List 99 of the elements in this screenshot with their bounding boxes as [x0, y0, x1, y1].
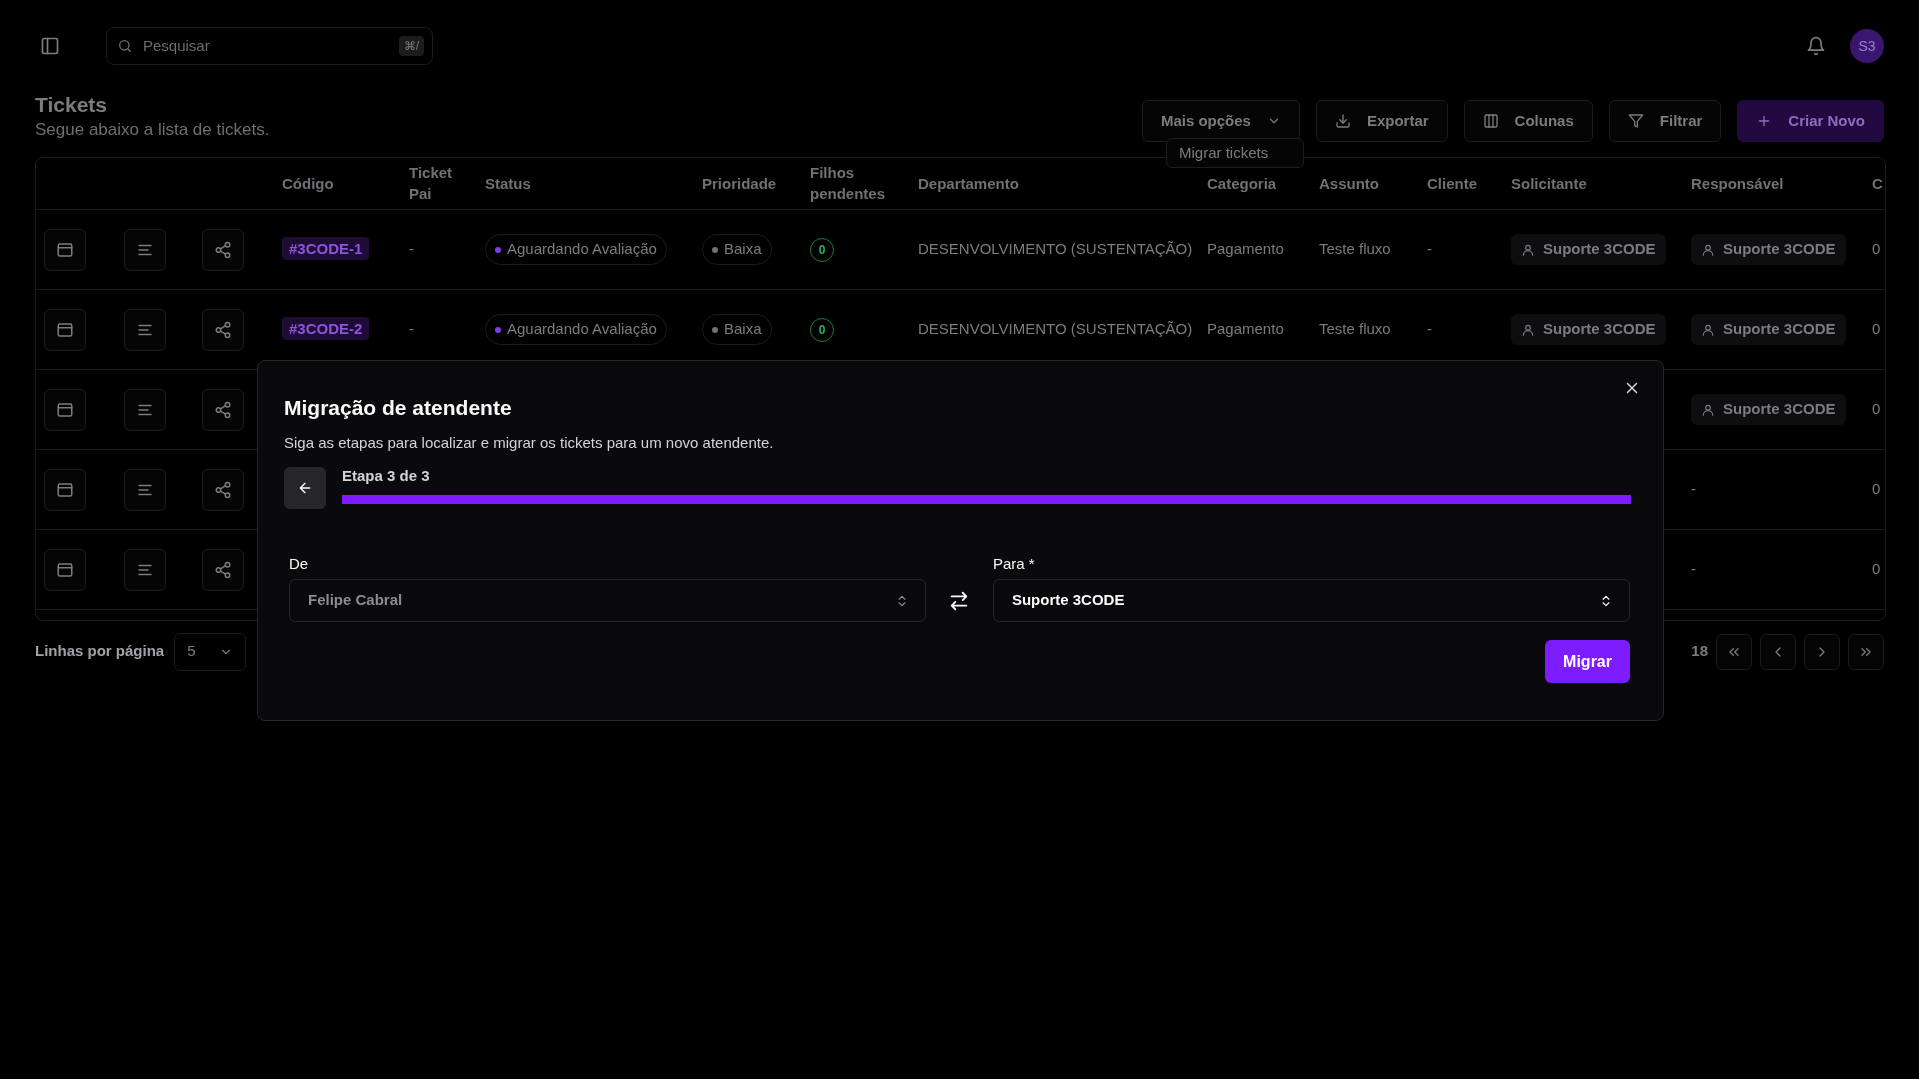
column-header: Solicitante — [1511, 174, 1587, 192]
more-options-button[interactable]: Mais opções — [1141, 100, 1300, 142]
share-icon — [214, 240, 232, 259]
window-icon — [56, 480, 74, 499]
table-cell: - — [409, 240, 414, 258]
page-title: Tickets — [35, 92, 108, 118]
filter-button[interactable]: Filtrar — [1608, 100, 1722, 142]
table-cell: 0 — [1872, 560, 1881, 578]
open-button[interactable] — [44, 308, 86, 351]
menu-item[interactable]: Migrar tickets — [1171, 140, 1299, 166]
export-button[interactable]: Exportar — [1315, 100, 1448, 142]
column-header: Filhos pendentes — [810, 163, 885, 203]
open-button[interactable] — [44, 228, 86, 271]
field-label: Para * — [992, 553, 1036, 574]
back-button[interactable] — [284, 466, 326, 509]
open-button[interactable] — [44, 388, 86, 431]
user-icon — [1521, 322, 1535, 337]
details-button[interactable] — [124, 308, 166, 351]
share-button[interactable] — [202, 468, 244, 511]
download-icon — [1334, 113, 1351, 129]
window-icon — [56, 320, 74, 339]
column-header: Status — [485, 174, 531, 192]
table-cell: - — [409, 320, 414, 338]
window-icon — [56, 400, 74, 419]
open-button[interactable] — [44, 468, 86, 511]
column-header: Prioridade — [702, 174, 777, 192]
migrate-button[interactable]: Migrar — [1545, 640, 1630, 684]
person-tag: Suporte 3CODE — [1691, 234, 1846, 265]
share-icon — [214, 480, 232, 499]
column-header: Cliente — [1427, 174, 1477, 192]
to-select[interactable]: Suporte 3CODE — [992, 579, 1630, 623]
table-cell: Teste fluxo — [1319, 320, 1391, 338]
column-header: Ticket Pai — [409, 163, 453, 203]
details-button[interactable] — [124, 468, 166, 511]
share-icon — [214, 320, 232, 339]
ticket-code[interactable]: #3CODE-2 — [282, 317, 370, 341]
dialog-description: Siga as etapas para localizar e migrar os tickets para um novo atendente. — [284, 433, 775, 454]
bell-icon — [1806, 36, 1826, 56]
person-tag: Suporte 3CODE — [1691, 314, 1846, 345]
person-tag: Suporte 3CODE — [1691, 394, 1846, 425]
details-button[interactable] — [124, 548, 166, 591]
last-page-button[interactable] — [1848, 633, 1884, 670]
share-button[interactable] — [202, 308, 244, 351]
share-icon — [214, 560, 232, 579]
share-button[interactable] — [202, 228, 244, 271]
person-tag: Suporte 3CODE — [1511, 314, 1666, 345]
user-icon — [1521, 242, 1535, 257]
table-cell: - — [1691, 560, 1696, 578]
shortcut-hint: ⌘/ — [398, 36, 424, 56]
sidebar-toggle-icon — [40, 36, 60, 56]
page-indicator: 18 — [1691, 641, 1708, 662]
table-cell: Pagamento — [1207, 320, 1284, 338]
columns-icon — [1482, 113, 1499, 129]
ticket-code[interactable]: #3CODE-1 — [282, 237, 370, 261]
table-cell: 0 — [1872, 320, 1881, 338]
share-icon — [214, 400, 232, 419]
table-cell: - — [1427, 240, 1432, 258]
open-button[interactable] — [44, 548, 86, 591]
table-cell: - — [1691, 480, 1696, 498]
rows-per-page-label: Linhas por página — [35, 641, 165, 662]
field-label: De — [289, 553, 310, 574]
share-button[interactable] — [202, 388, 244, 431]
table-cell: 0 — [1872, 480, 1881, 498]
search-box[interactable]: Pesquisar ⌘/ — [106, 27, 433, 65]
user-icon — [1701, 402, 1715, 417]
filter-icon — [1627, 113, 1644, 129]
first-page-button[interactable] — [1716, 633, 1752, 670]
create-button[interactable]: Criar Novo — [1737, 100, 1884, 142]
person-tag: Suporte 3CODE — [1511, 234, 1666, 265]
table-cell: 0 — [1872, 240, 1881, 258]
column-header: Departamento — [918, 174, 1019, 192]
page-subtitle: Segue abaixo a lista de tickets. — [35, 119, 270, 142]
window-icon — [56, 560, 74, 579]
table-cell: 0 — [1872, 400, 1881, 418]
details-button[interactable] — [124, 228, 166, 271]
table-cell: Teste fluxo — [1319, 240, 1391, 258]
user-icon — [1701, 242, 1715, 257]
search-icon — [117, 38, 133, 54]
share-button[interactable] — [202, 548, 244, 591]
column-header: Responsável — [1691, 174, 1784, 192]
column-header: C — [1872, 174, 1883, 192]
step-label: Etapa 3 de 3 — [342, 465, 431, 486]
details-button[interactable] — [124, 388, 166, 431]
search-input[interactable]: Pesquisar — [141, 33, 391, 59]
sidebar-toggle[interactable] — [40, 36, 60, 56]
table-cell: - — [1427, 320, 1432, 338]
rows-per-page-select[interactable]: 5 — [174, 632, 247, 671]
table-cell: DESENVOLVIMENTO (SUSTENTAÇÃO) — [918, 240, 1193, 258]
notifications-button[interactable] — [1806, 36, 1826, 56]
table-cell: Pagamento — [1207, 240, 1284, 258]
column-header: Código — [282, 174, 334, 192]
dialog-title: Migração de atendente — [284, 395, 513, 421]
avatar[interactable]: S3 — [1850, 29, 1884, 63]
user-icon — [1701, 322, 1715, 337]
table-cell: DESENVOLVIMENTO (SUSTENTAÇÃO) — [918, 320, 1193, 338]
column-header: Categoria — [1207, 174, 1277, 192]
window-icon — [56, 240, 74, 259]
column-header: Assunto — [1319, 174, 1379, 192]
columns-button[interactable]: Colunas — [1463, 100, 1593, 142]
